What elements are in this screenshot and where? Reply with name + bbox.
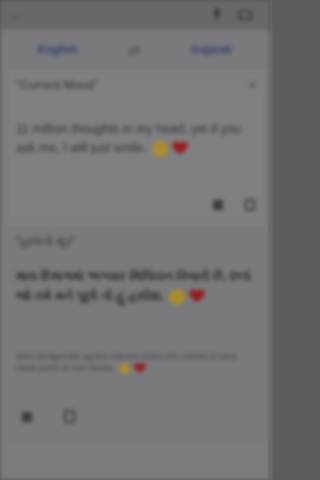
heart-emoji-icon — [135, 364, 146, 374]
top-bar: ← — [0, 0, 270, 30]
speaker-icon[interactable] — [22, 412, 32, 422]
more-icon[interactable] — [238, 10, 252, 20]
smile-emoji-icon — [169, 288, 186, 305]
copy-icon[interactable] — [245, 199, 255, 211]
source-language-button[interactable]: English — [38, 44, 78, 56]
translation-card: "હાલનો મૂડ" મારા દિમાગમાં અગ્યાર મિલિયન … — [8, 226, 264, 441]
source-text: 11 million thoughts in my head, yet if y… — [16, 122, 241, 157]
language-bar: English ⇄ Gujarati — [0, 30, 270, 70]
mic-icon[interactable] — [212, 8, 222, 22]
target-language-button[interactable]: Gujarati — [190, 44, 232, 56]
speaker-icon[interactable] — [213, 200, 223, 210]
heart-emoji-icon — [173, 142, 187, 155]
source-title: "Current Mood" — [16, 78, 98, 92]
transliteration-text: Mārā dimāgamāṁ agyāra miliyana vicārō ch… — [16, 352, 237, 374]
smile-emoji-icon — [152, 140, 169, 157]
translation-text: મારા દિમાગમાં અગ્યાર મિલિયન વિચારો છે, છ… — [16, 269, 251, 305]
source-text-card: "Current Mood" ✕ 11 million thoughts in … — [8, 72, 264, 224]
translation-title: "હાલનો મૂડ" — [16, 234, 76, 248]
swap-icon[interactable]: ⇄ — [128, 42, 140, 59]
heart-emoji-icon — [190, 290, 204, 303]
copy-icon[interactable] — [64, 410, 75, 423]
smile-emoji-icon — [118, 363, 130, 374]
app-screen: ← English ⇄ Gujarati "Current Mood" ✕ 11… — [0, 0, 270, 480]
arrow-left-icon[interactable]: ← — [10, 8, 26, 23]
search-input[interactable] — [34, 5, 204, 25]
close-icon[interactable]: ✕ — [248, 79, 257, 92]
